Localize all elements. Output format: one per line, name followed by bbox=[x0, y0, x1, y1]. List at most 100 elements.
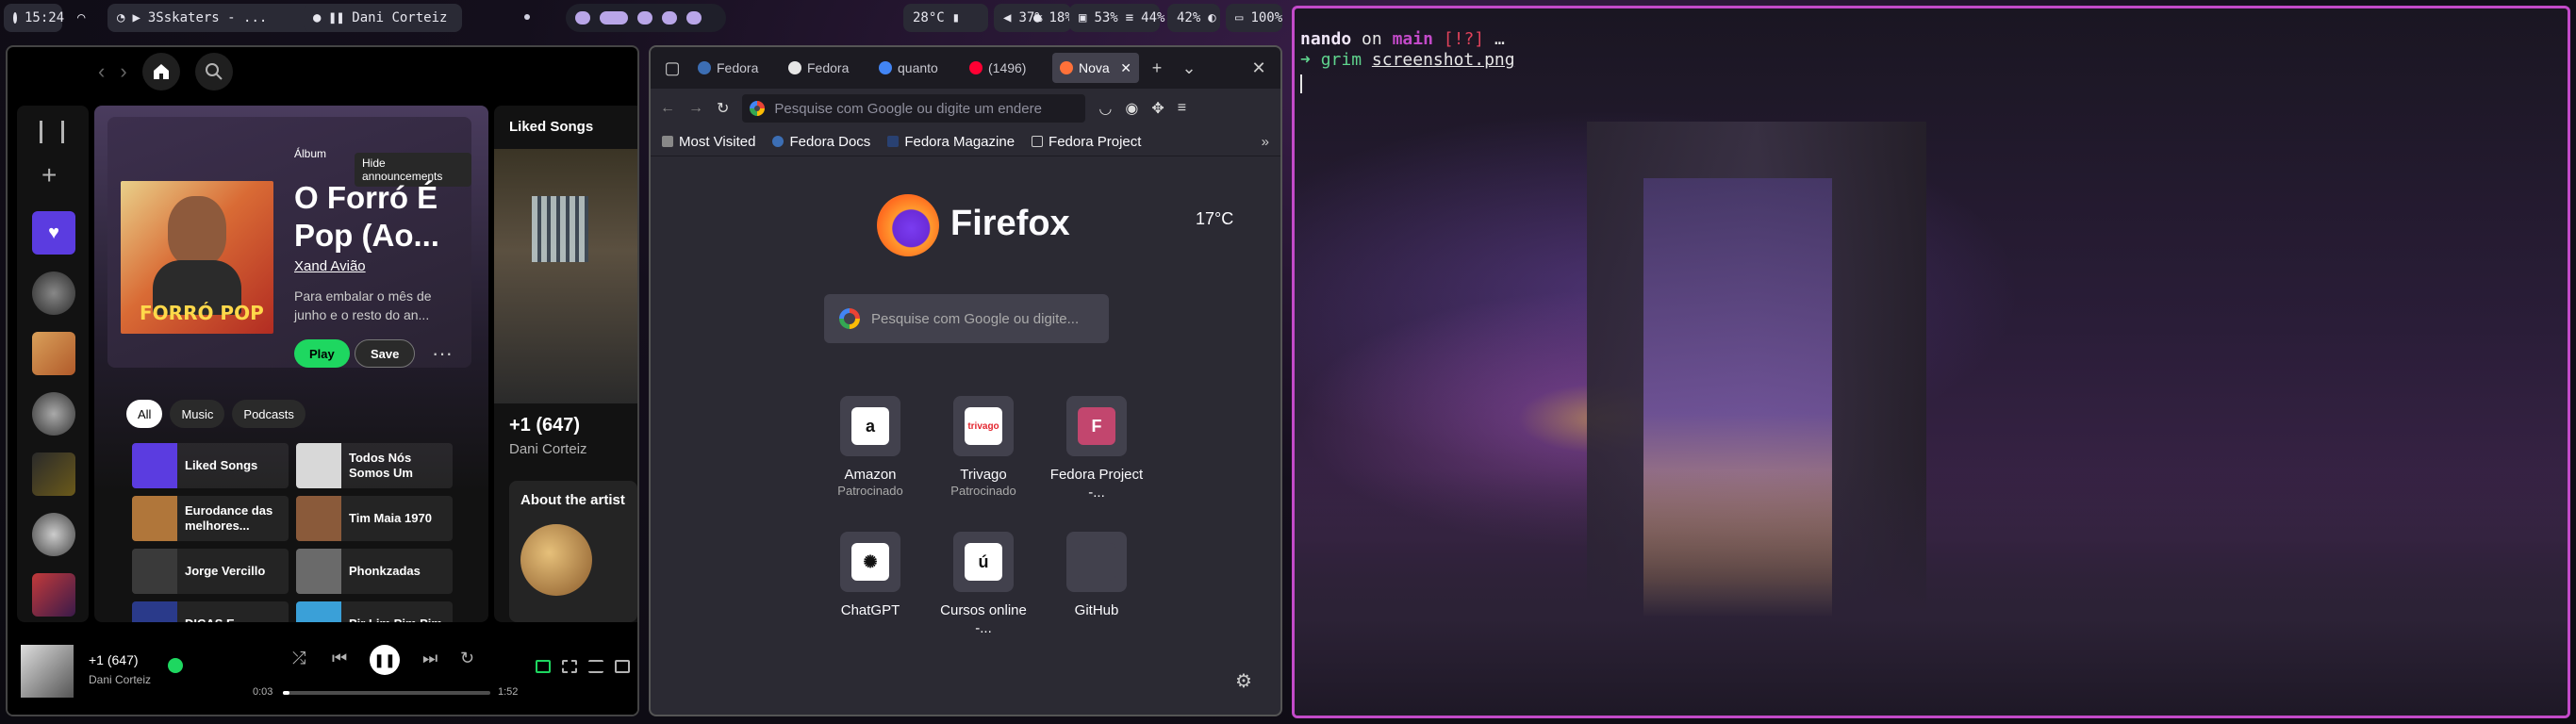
pocket-icon[interactable]: ◡ bbox=[1098, 99, 1112, 118]
top-site-tile[interactable]: F Fedora Project -... bbox=[1045, 396, 1148, 502]
album-save-button[interactable]: Save bbox=[355, 339, 416, 368]
pause-button[interactable]: ❚❚ bbox=[370, 645, 400, 675]
clock-module[interactable]: 15:24 bbox=[4, 4, 64, 32]
system-module[interactable]: ▣ 53% ≡ 44% bbox=[1069, 4, 1164, 32]
shortcut-item[interactable]: Liked Songs bbox=[132, 443, 289, 488]
menu-icon[interactable]: ≡ bbox=[1178, 100, 1186, 117]
shortcut-item[interactable]: Todos Nós Somos Um bbox=[296, 443, 453, 488]
google-icon bbox=[750, 101, 766, 116]
workspace-5[interactable] bbox=[686, 11, 702, 25]
top-site-tile[interactable]: ú Cursos online -... bbox=[932, 532, 1035, 637]
shortcut-item[interactable]: Eurodance das melhores... bbox=[132, 496, 289, 541]
browser-tab[interactable]: Fedora bbox=[781, 53, 867, 83]
sidebar-playlist-2[interactable] bbox=[32, 452, 75, 496]
top-site-tile[interactable]: a Amazon Patrocinado bbox=[818, 396, 922, 498]
repeat-icon[interactable]: ↻ bbox=[460, 649, 474, 668]
wifi-module[interactable]: ◠ bbox=[68, 4, 102, 32]
bookmark-fedora-magazine[interactable]: Fedora Magazine bbox=[887, 134, 1015, 150]
sidebar-artist-1[interactable] bbox=[32, 272, 75, 315]
now-playing-panel-title[interactable]: Liked Songs bbox=[509, 119, 593, 135]
back-icon[interactable]: ← bbox=[660, 100, 675, 117]
saved-check-icon[interactable] bbox=[168, 658, 183, 673]
workspace-3[interactable] bbox=[637, 11, 652, 25]
about-artist-card[interactable]: About the artist bbox=[509, 481, 637, 622]
browser-tab[interactable]: (1496) bbox=[962, 53, 1049, 83]
connect-device-icon[interactable] bbox=[615, 660, 630, 673]
media-track-module[interactable]: ● ❚❚ Dani Corteiz bbox=[304, 4, 462, 32]
browser-tab[interactable]: quanto bbox=[871, 53, 958, 83]
workspace-2[interactable] bbox=[600, 11, 628, 25]
bookmark-fedora-project[interactable]: Fedora Project bbox=[1032, 134, 1141, 150]
home-button[interactable] bbox=[141, 53, 180, 90]
filter-music[interactable]: Music bbox=[170, 400, 225, 428]
close-tab-icon[interactable]: ✕ bbox=[1120, 60, 1131, 76]
workspace-1[interactable] bbox=[575, 11, 590, 25]
workspace-4[interactable] bbox=[662, 11, 677, 25]
sidebar-artist-2[interactable] bbox=[32, 392, 75, 436]
battery-module[interactable]: ▭ 100% bbox=[1226, 4, 1282, 32]
magazine-icon bbox=[887, 136, 900, 147]
lyrics-icon[interactable] bbox=[562, 660, 577, 673]
sidebar-liked-songs[interactable]: ♥ bbox=[32, 211, 75, 255]
forward-arrow-icon[interactable]: › bbox=[120, 59, 126, 84]
bookmarks-overflow-icon[interactable]: » bbox=[1262, 134, 1269, 150]
tab-overview-icon[interactable]: ▢ bbox=[658, 58, 686, 78]
list-tabs-icon[interactable]: ⌄ bbox=[1175, 58, 1203, 78]
newtab-search-box[interactable]: Pesquise com Google ou digite... bbox=[824, 294, 1109, 343]
shortcut-item[interactable]: Phonkzadas bbox=[296, 549, 453, 594]
album-artist-link[interactable]: Xand Avião bbox=[294, 258, 366, 274]
weather-widget[interactable]: 17°C bbox=[1196, 209, 1233, 229]
sidebar-playlist-1[interactable] bbox=[32, 332, 75, 375]
account-icon[interactable]: ◉ bbox=[1125, 99, 1138, 118]
temperature-module[interactable]: 28°C ▮ bbox=[903, 4, 988, 32]
bookmark-fedora-docs[interactable]: Fedora Docs bbox=[772, 134, 870, 150]
extensions-icon[interactable]: ✥ bbox=[1151, 99, 1164, 118]
now-playing-title[interactable]: +1 (647) bbox=[89, 652, 139, 667]
search-button[interactable] bbox=[194, 53, 233, 90]
previous-icon[interactable]: ⏮ bbox=[332, 649, 347, 668]
sidebar-playlist-3[interactable] bbox=[32, 573, 75, 617]
shortcut-item[interactable]: DICAS E bbox=[132, 601, 289, 622]
next-icon[interactable]: ⏭ bbox=[422, 649, 438, 668]
url-bar[interactable]: Pesquise com Google ou digite um endere bbox=[742, 94, 1086, 123]
album-play-button[interactable]: Play bbox=[294, 339, 350, 368]
queue-icon[interactable] bbox=[588, 660, 603, 673]
workspace-switcher[interactable] bbox=[566, 4, 726, 32]
brightness-module[interactable]: 42% ◐ bbox=[1167, 4, 1220, 32]
browser-tab[interactable]: Fedora bbox=[690, 53, 777, 83]
more-options-icon[interactable]: ··· bbox=[432, 339, 453, 368]
shortcut-item[interactable]: Jorge Vercillo bbox=[132, 549, 289, 594]
back-arrow-icon[interactable]: ‹ bbox=[98, 59, 105, 84]
shuffle-icon[interactable]: ⤮ bbox=[292, 649, 305, 668]
new-tab-icon[interactable]: + bbox=[1143, 58, 1171, 78]
panel-song-artist[interactable]: Dani Corteiz bbox=[509, 441, 587, 457]
library-icon[interactable] bbox=[40, 121, 64, 143]
create-playlist-icon[interactable]: + bbox=[41, 160, 57, 190]
album-promo-card[interactable]: FORRÓ POP Álbum Hide announcements O For… bbox=[107, 117, 471, 368]
media-player-module[interactable]: ◔ ▶ 3Sskaters - ... bbox=[107, 4, 334, 32]
top-site-tile[interactable]: ✺ ChatGPT bbox=[818, 532, 922, 619]
panel-song-title[interactable]: +1 (647) bbox=[509, 415, 580, 436]
filter-podcasts[interactable]: Podcasts bbox=[232, 400, 305, 428]
shortcut-item[interactable]: Tim Maia 1970 bbox=[296, 496, 453, 541]
filter-all[interactable]: All bbox=[126, 400, 163, 428]
forward-icon[interactable]: → bbox=[688, 100, 703, 117]
now-playing-thumbnail[interactable] bbox=[21, 645, 74, 698]
album-title[interactable]: O Forró É Pop (Ao... bbox=[294, 179, 473, 255]
now-playing-view-icon[interactable] bbox=[536, 660, 551, 673]
now-playing-artist[interactable]: Dani Corteiz bbox=[89, 673, 151, 686]
progress-bar[interactable] bbox=[283, 691, 490, 695]
close-window-icon[interactable]: ✕ bbox=[1245, 58, 1273, 78]
bookmark-most-visited[interactable]: Most Visited bbox=[662, 134, 755, 150]
album-cover[interactable]: FORRÓ POP bbox=[121, 181, 273, 334]
top-site-tile[interactable]: GitHub bbox=[1045, 532, 1148, 619]
browser-tab[interactable]: Nova ✕ bbox=[1052, 53, 1139, 83]
sidebar-artist-3[interactable] bbox=[32, 513, 75, 556]
reload-icon[interactable]: ↻ bbox=[717, 99, 729, 118]
settings-gear-icon[interactable]: ⚙ bbox=[1235, 669, 1252, 693]
shortcut-item[interactable]: Pir Lim Pim Pim bbox=[296, 601, 453, 622]
top-site-tile[interactable]: trivago Trivago Patrocinado bbox=[932, 396, 1035, 498]
top-site-icon: ú bbox=[965, 543, 1002, 581]
terminal-window[interactable]: nando on main [!?] … ➜ grim screenshot.p… bbox=[1292, 6, 2570, 718]
media-track-text: Dani Corteiz bbox=[352, 10, 448, 25]
